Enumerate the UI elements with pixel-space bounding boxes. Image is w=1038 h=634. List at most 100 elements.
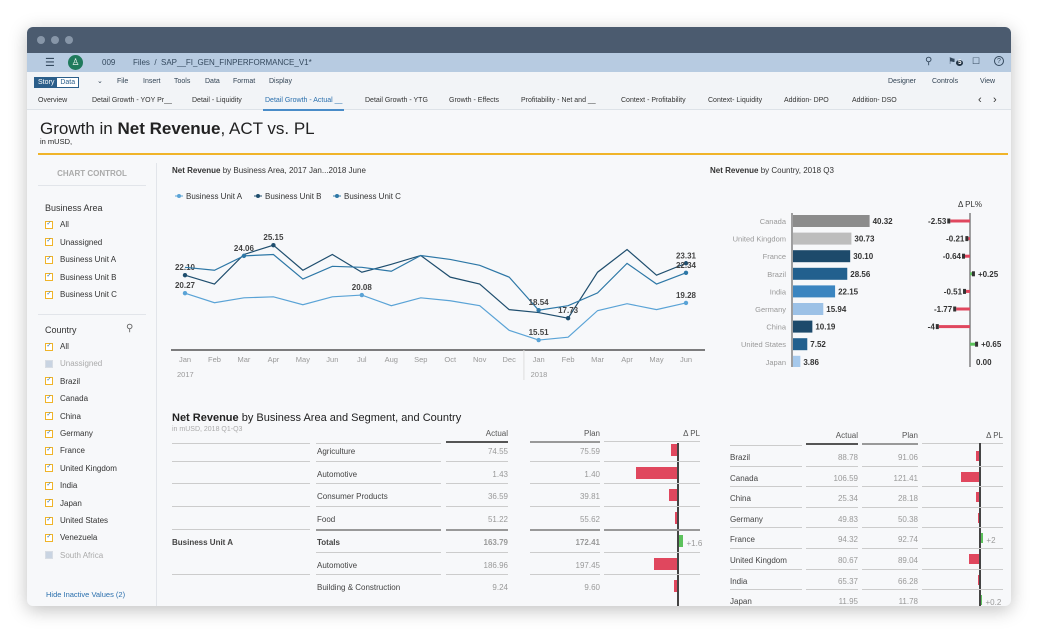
checkbox-checked-icon[interactable]: ✓ [45,394,53,403]
window-minimize-button[interactable] [51,36,59,44]
tab-growth-effects[interactable]: Growth - Effects [449,97,499,104]
x-tick-label: Apr [621,355,633,364]
checkbox-checked-icon[interactable]: ✓ [45,412,53,421]
tab-context-liquidity[interactable]: Context- Liquidity [708,97,762,104]
hamburger-menu-icon[interactable]: ☰ [45,56,55,69]
tabs-prev-icon[interactable]: ‹ [978,94,982,106]
checkbox-checked-icon[interactable]: ✓ [45,446,53,455]
table-row[interactable] [172,507,700,530]
x-tick-label: May [296,355,310,364]
menu-file[interactable]: File [117,78,128,85]
checkbox-checked-icon[interactable]: ✓ [45,290,53,299]
tab-detail-growth-yoy[interactable]: Detail Growth - YOY Pr__ [92,97,172,104]
hide-inactive-values-link[interactable]: Hide Inactive Values (2) [46,590,125,599]
menu-format[interactable]: Format [233,78,255,85]
table-row[interactable] [172,462,700,485]
cell-actual: 94.32 [837,535,858,545]
filter-business-area-item[interactable]: ✓ All [45,220,69,229]
tab-profitability-net[interactable]: Profitability - Net and __ [521,97,596,104]
filter-country-item[interactable]: ✓ Brazil [45,377,80,386]
table-row[interactable] [172,484,700,507]
user-avatar-icon[interactable]: ♙ [68,55,83,70]
view-button[interactable]: View [980,78,995,85]
checkbox-checked-icon[interactable]: ✓ [45,377,53,386]
table-row[interactable] [172,575,700,598]
checkbox-checked-icon[interactable]: ✓ [45,481,53,490]
search-icon[interactable]: ⚲ [925,56,932,67]
tab-addition-dso[interactable]: Addition- DSO [852,97,897,104]
business-area-label: Business Area [45,203,103,213]
filter-business-area-item[interactable]: ✓ Business Unit A [45,255,116,264]
bar [793,303,824,315]
filter-country-item[interactable]: South Africa [45,551,103,560]
filter-business-area-item[interactable]: ✓ Unassigned [45,238,102,247]
cell-actual: 9.24 [492,583,508,593]
year-label: 2017 [177,370,194,379]
checkbox-checked-icon[interactable]: ✓ [45,255,53,264]
checkbox-checked-icon[interactable]: ✓ [45,220,53,229]
window-close-button[interactable] [37,36,45,44]
filter-country-item[interactable]: ✓ India [45,481,77,490]
tab-context-profitability[interactable]: Context - Profitability [621,97,686,104]
x-tick-label: Aug [385,355,398,364]
table-subtitle: in mUSD, 2018 Q1-Q3 [172,426,243,433]
filter-country-item[interactable]: ✓ Canada [45,394,88,403]
checkbox-checked-icon[interactable]: ✓ [45,533,53,542]
tab-detail-liquidity[interactable]: Detail - Liquidity [192,97,242,104]
cell-plan: 50.38 [897,514,918,524]
checkbox-checked-icon[interactable]: ✓ [45,238,53,246]
tabs-next-icon[interactable]: › [993,94,997,106]
story-data-toggle[interactable]: Story Data [34,77,80,88]
table-row[interactable] [172,530,700,553]
tab-overview[interactable]: Overview [38,97,67,104]
filter-country-item[interactable]: ✓ All [45,342,69,351]
filter-country-item[interactable]: ✓ United Kingdom [45,464,117,473]
chevron-down-icon[interactable]: ⌄ [97,77,103,85]
delta-marker [962,253,966,259]
country-search-icon[interactable]: ⚲ [126,323,133,334]
table-row[interactable] [172,439,700,462]
table-row[interactable] [172,553,700,576]
chat-icon[interactable]: ☐ [972,56,980,67]
story-mode-button[interactable]: Story [35,78,58,87]
filter-country-item[interactable]: ✓ Japan [45,499,82,508]
checkbox-inactive-icon[interactable] [45,551,53,560]
tab-detail-growth-ytg[interactable]: Detail Growth - YTG [365,97,428,104]
help-icon[interactable]: ? [994,56,1004,66]
filter-country-item[interactable]: ✓ Germany [45,429,93,438]
checkbox-checked-icon[interactable]: ✓ [45,499,53,508]
data-mode-button[interactable]: Data [57,78,79,87]
window-maximize-button[interactable] [65,36,73,44]
designer-button[interactable]: Designer [888,78,916,85]
checkbox-checked-icon[interactable]: ✓ [45,429,53,438]
filter-country-item[interactable]: ✓ United States [45,516,108,525]
checkbox-inactive-icon[interactable] [45,359,53,368]
checkbox-checked-icon[interactable]: ✓ [45,516,53,525]
checkbox-checked-icon[interactable]: ✓ [45,342,53,351]
filter-country-item[interactable]: ✓ France [45,446,85,455]
filter-business-area-item[interactable]: ✓ Business Unit B [45,273,116,282]
menu-insert[interactable]: Insert [143,78,161,85]
x-tick-label: Jun [680,355,692,364]
delta-bar [965,254,970,258]
tab-detail-growth-actual[interactable]: Detail Growth - Actual __ [262,97,345,111]
menu-tools[interactable]: Tools [174,78,190,85]
checkbox-checked-icon[interactable]: ✓ [45,273,53,281]
menu-data[interactable]: Data [205,78,220,85]
notifications-icon[interactable]: ⚑ 5 [948,56,964,67]
checkbox-checked-icon[interactable]: ✓ [45,464,53,473]
bar-value-label: 10.19 [815,323,836,332]
controls-button[interactable]: Controls [932,78,958,85]
filter-country-item[interactable]: Unassigned [45,359,102,368]
tab-addition-dpo[interactable]: Addition- DPO [784,97,829,104]
filter-country-item[interactable]: ✓ Venezuela [45,533,97,542]
filter-business-area-item[interactable]: ✓ Business Unit C [45,290,117,299]
column-header-delta: Δ PL [986,431,1003,440]
data-label: 22.34 [676,261,697,270]
cell-actual: 106.59 [833,473,858,483]
breadcrumb[interactable]: Files / SAP__FI_GEN_FINPERFORMANCE_V1* [133,58,312,67]
filter-country-item[interactable]: ✓ China [45,412,81,421]
menu-display[interactable]: Display [269,78,292,85]
cell-actual: 186.96 [483,560,508,570]
data-point [683,270,689,276]
